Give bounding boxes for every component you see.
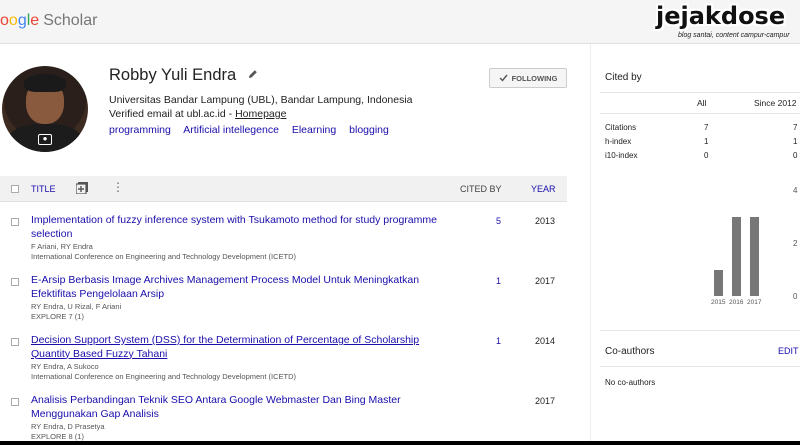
avatar[interactable]: ● [2,66,88,152]
metric-all: 1 [704,137,709,146]
chart-y-tick: 2 [793,239,798,248]
google-scholar-logo[interactable]: oogle Scholar [0,12,97,30]
profile-email: Verified email at ubl.ac.id - Homepage [109,108,287,120]
cited-count[interactable]: 1 [496,336,501,346]
article-venue: International Conference on Engineering … [31,372,297,381]
interest-link[interactable]: blogging [349,124,389,136]
add-article-icon[interactable] [76,182,88,194]
article-year: 2017 [535,276,556,286]
cited-by-title: Cited by [605,72,642,83]
article-title[interactable]: Decision Support System (DSS) for the De… [31,334,443,361]
check-icon [499,74,508,82]
chart-bar-2017[interactable] [750,216,759,296]
sort-by-cited[interactable]: CITED BY [460,184,502,194]
article-venue: International Conference on Engineering … [31,252,297,261]
chart-bar-2016[interactable] [732,216,741,296]
homepage-link[interactable]: Homepage [235,108,286,120]
row-checkbox[interactable] [11,218,19,226]
article-authors: RY Endra, U Rizal, F Ariani [31,302,122,311]
bottom-border [0,441,800,445]
article-venue: EXPLORE 7 (1) [31,312,84,321]
metric-since: 1 [793,137,798,146]
watermark: jejakdose blog santai, content campur-ca… [656,2,800,44]
interests-list: programming Artificial intellegence Elea… [109,124,399,136]
metric-label[interactable]: Citations [605,123,636,132]
metric-all: 0 [704,151,709,160]
chart-y-tick: 4 [793,186,798,195]
article-year: 2013 [535,216,556,226]
article-title[interactable]: E-Arsip Berbasis Image Archives Manageme… [31,274,443,301]
row-checkbox[interactable] [11,278,19,286]
article-authors: RY Endra, A Sukoco [31,362,99,371]
column-since: Since 2012 [754,98,797,108]
cited-count[interactable]: 5 [496,216,501,226]
sort-by-title[interactable]: TITLE [31,184,56,194]
chart-bar-2015[interactable] [714,269,723,296]
article-authors: RY Endra, D Prasetya [31,422,105,431]
camera-icon[interactable]: ● [38,134,52,145]
article-year: 2017 [535,396,556,406]
chart-x-label: 2016 [729,299,744,306]
chart-x-label: 2015 [711,299,726,306]
article-year: 2014 [535,336,556,346]
cited-count[interactable]: 1 [496,276,501,286]
article-venue: EXPLORE 8 (1) [31,432,84,441]
coauthors-empty: No co-authors [605,378,656,387]
metric-label[interactable]: i10-index [605,151,637,160]
interest-link[interactable]: Elearning [292,124,336,136]
chart-x-label: 2017 [747,299,762,306]
profile-name: Robby Yuli Endra [109,66,237,84]
divider [600,330,800,331]
coauthors-title: Co-authors [605,346,655,357]
articles-table-header: TITLE ⋮ CITED BY YEAR [0,176,567,202]
watermark-text: jejakdose [656,2,786,30]
metric-since: 7 [793,123,798,132]
interest-link[interactable]: Artificial intellegence [183,124,279,136]
coauthors-edit-button[interactable]: EDIT [778,346,799,356]
sort-by-year[interactable]: YEAR [531,184,556,194]
following-button[interactable]: FOLLOWING [489,68,567,88]
article-title[interactable]: Implementation of fuzzy inference system… [31,214,443,241]
row-checkbox[interactable] [11,398,19,406]
metric-since: 0 [793,151,798,160]
divider [600,92,800,93]
interest-link[interactable]: programming [109,124,171,136]
divider [600,366,800,367]
more-vert-icon[interactable]: ⋮ [112,181,124,193]
citations-chart: 2015 2016 2017 4 2 0 [700,182,800,312]
metric-label[interactable]: h-index [605,137,631,146]
watermark-tagline: blog santai, content campur-campur [678,32,790,39]
chart-y-tick: 0 [793,292,798,301]
logo-scholar-text: Scholar [43,12,98,29]
select-all-checkbox[interactable] [11,185,19,193]
article-title[interactable]: Analisis Perbandingan Teknik SEO Antara … [31,394,443,421]
panel-divider [590,44,591,445]
row-checkbox[interactable] [11,338,19,346]
profile-affiliation: Universitas Bandar Lampung (UBL), Bandar… [109,94,413,106]
metric-all: 7 [704,123,709,132]
article-authors: F Ariani, RY Endra [31,242,93,251]
top-bar: oogle Scholar jejakdose blog santai, cont… [0,0,800,44]
column-all: All [697,98,707,108]
pencil-icon[interactable] [248,69,258,79]
divider [600,113,800,114]
